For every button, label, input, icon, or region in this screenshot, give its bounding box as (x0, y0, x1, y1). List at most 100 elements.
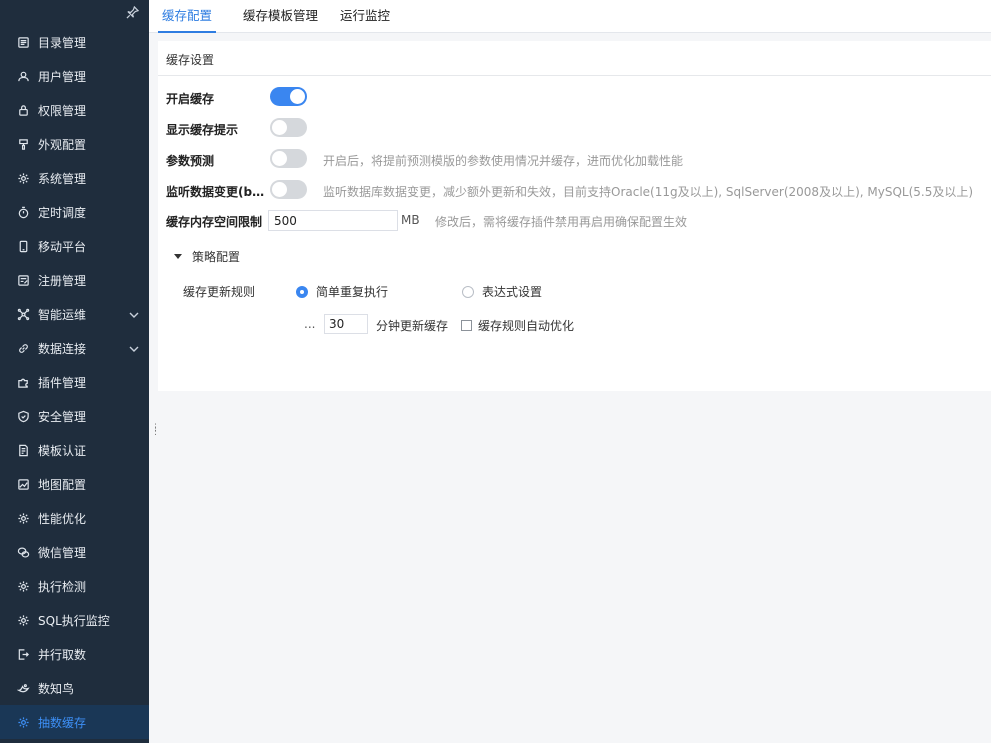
minutes-unit: 分钟更新缓存 (376, 319, 449, 333)
sidebar-item[interactable]: 插件管理 (0, 365, 149, 399)
sidebar-item[interactable]: 性能优化 (0, 501, 149, 535)
sidebar-item[interactable]: 外观配置 (0, 127, 149, 161)
sidebar-item-label: 地图配置 (38, 477, 87, 492)
radio-expression[interactable]: 表达式设置 (462, 283, 542, 300)
paint-brush-icon (16, 137, 30, 151)
map-icon (16, 477, 30, 491)
memory-limit-input[interactable] (268, 210, 398, 231)
shield-icon (16, 409, 30, 423)
sidebar-item-label: 安全管理 (38, 409, 87, 424)
radio-label: 表达式设置 (482, 285, 543, 299)
network-icon (16, 307, 30, 321)
sidebar-item-label: 插件管理 (38, 375, 87, 390)
radio-label: 简单重复执行 (316, 285, 389, 299)
sidebar-item-label: 智能运维 (38, 307, 87, 322)
export-icon (16, 647, 30, 661)
radio-dot (462, 285, 474, 298)
chevron-down-icon (129, 309, 139, 319)
wechat-icon (16, 545, 30, 559)
register-icon (16, 273, 30, 287)
rule-label: 缓存更新规则 (183, 285, 256, 299)
listen-change-label: 监听数据变更(be... (166, 185, 270, 199)
sidebar-item[interactable]: 用户管理 (0, 59, 149, 93)
listen-change-switch[interactable] (270, 180, 307, 199)
memory-limit-label: 缓存内存空间限制 (166, 215, 263, 229)
sidebar-item[interactable]: 定时调度 (0, 195, 149, 229)
memory-unit: MB (401, 213, 420, 227)
sidebar-item-label: 抽数缓存 (38, 715, 87, 730)
sidebar-item[interactable]: 注册管理 (0, 263, 149, 297)
tab-cache-template[interactable]: 缓存模板管理 (243, 0, 318, 33)
sidebar-item-label: 目录管理 (38, 35, 87, 50)
sidebar-item[interactable]: 权限管理 (0, 93, 149, 127)
sidebar-item[interactable]: SQL执行监控 (0, 603, 149, 637)
sidebar-item-label: 外观配置 (38, 137, 87, 152)
sidebar-item[interactable]: 智能运维 (0, 297, 149, 331)
sidebar-item[interactable]: 执行检测 (0, 569, 149, 603)
show-hint-label: 显示缓存提示 (166, 123, 239, 137)
chevron-down-icon (129, 343, 139, 353)
strategy-collapse-toggle[interactable]: 策略配置 (174, 248, 240, 265)
sidebar-item[interactable]: 移动平台 (0, 229, 149, 263)
radio-dot (296, 285, 308, 298)
sidebar-item[interactable]: 模板认证 (0, 433, 149, 467)
sidebar-item[interactable]: 并行取数 (0, 637, 149, 671)
tab-run-monitor[interactable]: 运行监控 (340, 0, 390, 33)
sidebar-item[interactable]: 地图配置 (0, 467, 149, 501)
catalog-icon (16, 35, 30, 49)
param-predict-label: 参数预测 (166, 154, 215, 168)
minutes-input[interactable] (324, 314, 368, 334)
user-icon (16, 69, 30, 83)
sidebar-item-label: 移动平台 (38, 239, 87, 254)
memory-limit-hint: 修改后，需将缓存插件禁用再启用确保配置生效 (435, 215, 688, 229)
sidebar-item-label: 定时调度 (38, 205, 87, 220)
radio-simple-repeat[interactable]: 简单重复执行 (296, 283, 388, 300)
enable-cache-label: 开启缓存 (166, 92, 215, 106)
lock-icon (16, 103, 30, 117)
sidebar-item[interactable]: 系统管理 (0, 161, 149, 195)
sidebar-item[interactable]: 抽数缓存 (0, 705, 149, 739)
mobile-icon (16, 239, 30, 253)
sidebar-item-label: 数知鸟 (38, 681, 75, 696)
sidebar-item[interactable]: 数据连接 (0, 331, 149, 365)
splitter-handle[interactable]: ⋮ ⋮ (151, 424, 160, 438)
sidebar-item-label: 权限管理 (38, 103, 87, 118)
sidebar-item-label: 注册管理 (38, 273, 87, 288)
gear-icon (16, 579, 30, 593)
sidebar-item[interactable]: 目录管理 (0, 25, 149, 59)
gear-icon (16, 613, 30, 627)
tab-bar: 缓存配置 缓存模板管理 运行监控 (149, 0, 991, 33)
sidebar-item[interactable]: 数知鸟 (0, 671, 149, 705)
caret-down-icon (174, 254, 182, 259)
pin-icon[interactable] (125, 5, 139, 20)
sidebar-item[interactable]: 微信管理 (0, 535, 149, 569)
sidebar-item[interactable]: 安全管理 (0, 399, 149, 433)
listen-change-hint: 监听数据库数据变更，减少额外更新和失效，目前支持Oracle(11g及以上), … (323, 185, 974, 199)
section-title: 缓存设置 (166, 53, 215, 67)
strategy-title: 策略配置 (192, 250, 241, 264)
enable-cache-switch[interactable] (270, 87, 307, 106)
template-cert-icon (16, 443, 30, 457)
param-predict-switch[interactable] (270, 149, 307, 168)
sidebar-item-label: 系统管理 (38, 171, 87, 186)
sidebar-menu: 目录管理用户管理权限管理外观配置系统管理定时调度移动平台注册管理智能运维数据连接… (0, 25, 149, 739)
sidebar: 目录管理用户管理权限管理外观配置系统管理定时调度移动平台注册管理智能运维数据连接… (0, 0, 149, 743)
gear-icon (16, 715, 30, 729)
sidebar-item-label: 用户管理 (38, 69, 87, 84)
gear-icon (16, 511, 30, 525)
param-predict-hint: 开启后，将提前预测模版的参数使用情况并缓存，进而优化加载性能 (323, 154, 684, 168)
checkbox-box (461, 320, 472, 331)
auto-optimize-checkbox[interactable]: 缓存规则自动优化 (461, 317, 574, 334)
sidebar-item-label: SQL执行监控 (38, 613, 110, 628)
sidebar-item-label: 数据连接 (38, 341, 87, 356)
show-hint-switch[interactable] (270, 118, 307, 137)
gear-icon (16, 171, 30, 185)
more-button[interactable]: ... (304, 317, 315, 331)
bird-icon (16, 681, 30, 695)
auto-optimize-label: 缓存规则自动优化 (478, 319, 575, 333)
sidebar-item-label: 执行检测 (38, 579, 87, 594)
sidebar-item-label: 模板认证 (38, 443, 87, 458)
tab-cache-config[interactable]: 缓存配置 (158, 0, 217, 33)
sidebar-item-label: 性能优化 (38, 511, 87, 526)
sidebar-item-label: 微信管理 (38, 545, 87, 560)
